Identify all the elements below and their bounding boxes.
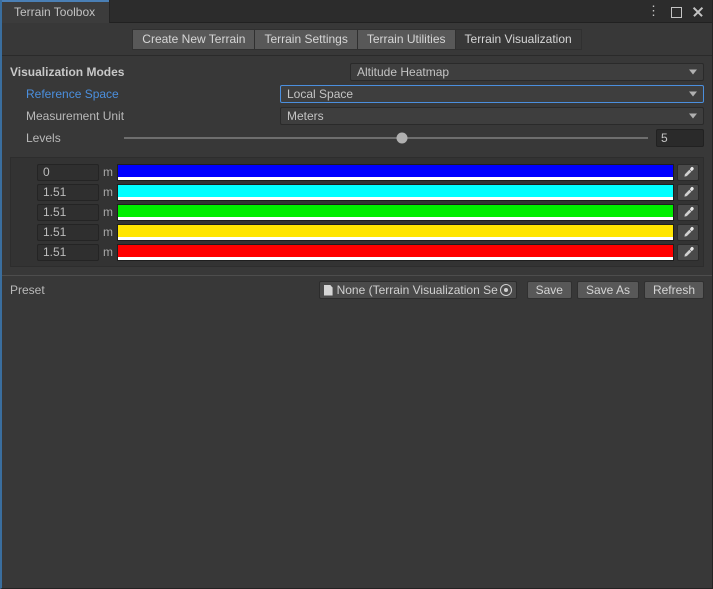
eyedropper-icon[interactable]	[677, 204, 699, 221]
reference-space-label: Reference Space	[10, 87, 280, 101]
titlebar-spacer	[110, 0, 643, 22]
terrain-toolbox-window: Terrain Toolbox Create New Terrain Terra…	[0, 0, 713, 589]
toolbar-tab-row: Create New Terrain Terrain Settings Terr…	[2, 23, 712, 56]
levels-slider-handle[interactable]	[396, 133, 407, 144]
visualization-modes-label: Visualization Modes	[10, 65, 350, 79]
level-row: 0m	[37, 162, 699, 182]
level-row: 1.51 m	[37, 202, 699, 222]
level-row: 1.51 m	[37, 182, 699, 202]
level-color-swatch[interactable]	[117, 164, 674, 181]
reference-space-dropdown[interactable]: Local Space	[280, 85, 704, 103]
tab-label: Create New Terrain	[142, 32, 245, 46]
level-height-input[interactable]: 1.51	[37, 244, 99, 261]
save-as-button[interactable]: Save As	[577, 281, 639, 299]
levels-slider-track	[124, 137, 648, 139]
tab-label: Terrain Settings	[264, 32, 347, 46]
maximize-icon[interactable]	[669, 5, 682, 18]
preset-row: Preset None (Terrain Visualization Se Sa…	[2, 276, 712, 304]
window-tab-label: Terrain Toolbox	[14, 5, 95, 19]
eyedropper-icon[interactable]	[677, 244, 699, 261]
level-unit-label: m	[99, 165, 117, 179]
tab-create-new-terrain[interactable]: Create New Terrain	[132, 29, 254, 50]
save-button-label: Save	[536, 283, 563, 297]
visualization-fields: Visualization Modes Altitude Heatmap Ref…	[2, 56, 712, 154]
tab-label: Terrain Utilities	[367, 32, 446, 46]
visualization-panel: Visualization Modes Altitude Heatmap Ref…	[2, 56, 712, 304]
row-reference-space: Reference Space Local Space	[10, 84, 704, 104]
refresh-button[interactable]: Refresh	[644, 281, 704, 299]
object-picker-icon[interactable]	[500, 284, 512, 296]
window-tab-terrain-toolbox[interactable]: Terrain Toolbox	[2, 0, 110, 23]
level-unit-label: m	[99, 225, 117, 239]
level-height-input[interactable]: 1.51	[37, 204, 99, 221]
tab-terrain-settings[interactable]: Terrain Settings	[254, 29, 356, 50]
save-button[interactable]: Save	[527, 281, 572, 299]
level-color-list: 0m1.51m1.51m1.51m1.51m	[10, 157, 704, 267]
level-unit-label: m	[99, 245, 117, 259]
toolbar-tabs: Create New Terrain Terrain Settings Terr…	[132, 29, 581, 50]
level-height-input[interactable]: 1.51	[37, 184, 99, 201]
close-icon[interactable]	[691, 5, 704, 18]
level-unit-label: m	[99, 185, 117, 199]
document-icon	[324, 285, 333, 296]
level-color-swatch[interactable]	[117, 184, 674, 201]
reference-space-value: Local Space	[287, 87, 353, 101]
chevron-down-icon	[689, 114, 697, 119]
level-height-input[interactable]: 1.51	[37, 224, 99, 241]
level-row: 1.51 m	[37, 242, 699, 262]
preset-object-value: None (Terrain Visualization Se	[337, 283, 498, 297]
level-height-input[interactable]: 0	[37, 164, 99, 181]
tab-terrain-visualization[interactable]: Terrain Visualization	[455, 29, 582, 50]
measurement-unit-value: Meters	[287, 109, 324, 123]
eyedropper-icon[interactable]	[677, 184, 699, 201]
levels-label: Levels	[10, 131, 110, 145]
visualization-mode-value: Altitude Heatmap	[357, 65, 449, 79]
preset-object-field[interactable]: None (Terrain Visualization Se	[319, 281, 517, 299]
visualization-mode-dropdown[interactable]: Altitude Heatmap	[350, 63, 704, 81]
level-row: 1.51 m	[37, 222, 699, 242]
eyedropper-icon[interactable]	[677, 164, 699, 181]
tab-terrain-utilities[interactable]: Terrain Utilities	[357, 29, 455, 50]
window-titlebar: Terrain Toolbox	[2, 0, 712, 23]
level-height-value: 1.51	[43, 205, 66, 219]
chevron-down-icon	[689, 92, 697, 97]
row-levels: Levels 5	[10, 128, 704, 148]
refresh-button-label: Refresh	[653, 283, 695, 297]
preset-label: Preset	[10, 283, 45, 297]
row-visualization-modes: Visualization Modes Altitude Heatmap	[10, 62, 704, 82]
level-color-swatch[interactable]	[117, 204, 674, 221]
tab-label: Terrain Visualization	[465, 32, 572, 46]
row-measurement-unit: Measurement Unit Meters	[10, 106, 704, 126]
levels-value-input[interactable]: 5	[656, 129, 704, 147]
level-color-swatch[interactable]	[117, 244, 674, 261]
levels-value: 5	[661, 131, 668, 145]
level-height-value: 1.51	[43, 245, 66, 259]
level-height-value: 0	[43, 165, 50, 179]
levels-slider[interactable]	[124, 129, 648, 147]
eyedropper-icon[interactable]	[677, 224, 699, 241]
kebab-menu-icon[interactable]	[647, 5, 660, 18]
level-height-value: 1.51	[43, 225, 66, 239]
level-unit-label: m	[99, 205, 117, 219]
window-controls	[643, 0, 712, 22]
level-color-swatch[interactable]	[117, 224, 674, 241]
level-height-value: 1.51	[43, 185, 66, 199]
chevron-down-icon	[689, 70, 697, 75]
save-as-button-label: Save As	[586, 283, 630, 297]
measurement-unit-dropdown[interactable]: Meters	[280, 107, 704, 125]
measurement-unit-label: Measurement Unit	[10, 109, 280, 123]
